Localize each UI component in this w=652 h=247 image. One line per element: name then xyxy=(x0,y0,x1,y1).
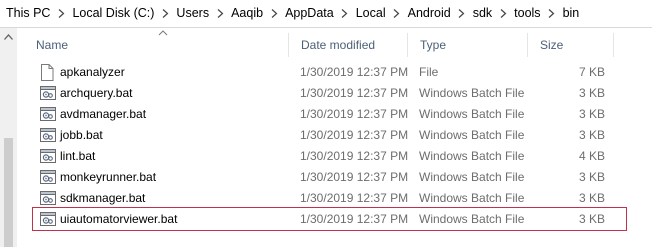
breadcrumb-item-bin[interactable]: bin xyxy=(561,5,582,21)
vertical-scrollbar[interactable] xyxy=(0,28,17,247)
breadcrumb-item-user[interactable]: Aaqib xyxy=(229,5,265,21)
chevron-right-icon[interactable] xyxy=(543,6,561,20)
file-row[interactable]: lint.bat 1/30/2019 12:37 PM Windows Batch … xyxy=(24,146,614,167)
file-name: uiautomatorviewer.bat xyxy=(60,212,178,226)
file-date-modified: 1/30/2019 12:37 PM xyxy=(300,128,409,142)
batch-file-icon xyxy=(40,190,56,207)
file-explorer-window: This PC Local Disk (C:) Users Aaqib AppD… xyxy=(0,0,652,247)
file-type: Windows Batch File xyxy=(419,149,525,163)
file-date-modified: 1/30/2019 12:37 PM xyxy=(300,149,409,163)
sort-ascending-icon xyxy=(158,30,168,36)
file-name: lint.bat xyxy=(60,149,96,163)
file-name: apkanalyzer xyxy=(60,65,125,79)
file-type: File xyxy=(419,65,439,79)
file-row[interactable]: archquery.bat 1/30/2019 12:37 PM Windows B… xyxy=(24,83,614,104)
scroll-up-arrow-icon[interactable] xyxy=(0,28,17,45)
scrollbar-thumb[interactable] xyxy=(4,138,13,247)
address-bar[interactable]: This PC Local Disk (C:) Users Aaqib AppD… xyxy=(0,0,652,28)
file-size: 3 KB xyxy=(578,86,605,100)
breadcrumb-item-local-disk[interactable]: Local Disk (C:) xyxy=(70,5,156,21)
file-size: 3 KB xyxy=(578,107,605,121)
chevron-right-icon[interactable] xyxy=(453,6,471,20)
batch-file-icon xyxy=(40,211,56,228)
file-date-modified: 1/30/2019 12:37 PM xyxy=(300,212,409,226)
batch-file-icon xyxy=(40,127,56,144)
file-type: Windows Batch File xyxy=(419,170,525,184)
column-header-type[interactable]: Type xyxy=(407,33,527,57)
file-type: Windows Batch File xyxy=(419,212,525,226)
file-row[interactable]: apkanalyzer 1/30/2019 12:37 PM File 7 KB xyxy=(24,62,614,83)
column-header-date-modified[interactable]: Date modified xyxy=(288,33,407,57)
file-date-modified: 1/30/2019 12:37 PM xyxy=(300,86,409,100)
file-type: Windows Batch File xyxy=(419,86,525,100)
column-header-row: Name Date modified Type Size xyxy=(24,30,614,57)
file-type: Windows Batch File xyxy=(419,191,525,205)
file-name: monkeyrunner.bat xyxy=(60,170,157,184)
breadcrumb-item-users[interactable]: Users xyxy=(174,5,211,21)
breadcrumb-item-sdk[interactable]: sdk xyxy=(471,5,494,21)
file-name: jobb.bat xyxy=(60,128,103,142)
file-type: Windows Batch File xyxy=(419,128,525,142)
column-header-name[interactable]: Name xyxy=(24,33,284,57)
chevron-right-icon[interactable] xyxy=(52,6,70,20)
file-name: avdmanager.bat xyxy=(60,107,147,121)
file-row[interactable]: sdkmanager.bat 1/30/2019 12:37 PM Windows … xyxy=(24,188,614,209)
batch-file-icon xyxy=(40,106,56,123)
file-date-modified: 1/30/2019 12:37 PM xyxy=(300,191,409,205)
batch-file-icon xyxy=(40,169,56,186)
blank-file-icon xyxy=(40,64,56,81)
chevron-right-icon[interactable] xyxy=(388,6,406,20)
file-list: apkanalyzer 1/30/2019 12:37 PM File 7 KB arc… xyxy=(24,62,627,231)
file-date-modified: 1/30/2019 12:37 PM xyxy=(300,65,409,79)
chevron-right-icon[interactable] xyxy=(156,6,174,20)
file-date-modified: 1/30/2019 12:37 PM xyxy=(300,170,409,184)
file-row[interactable]: monkeyrunner.bat 1/30/2019 12:37 PM Window… xyxy=(24,167,614,188)
file-type: Windows Batch File xyxy=(419,107,525,121)
chevron-right-icon[interactable] xyxy=(211,6,229,20)
file-size: 3 KB xyxy=(578,170,605,184)
file-name: archquery.bat xyxy=(60,86,133,100)
breadcrumb-item-tools[interactable]: tools xyxy=(512,5,542,21)
column-header-size[interactable]: Size xyxy=(527,33,614,57)
breadcrumb-item-local[interactable]: Local xyxy=(354,5,388,21)
breadcrumb-item-android[interactable]: Android xyxy=(406,5,453,21)
file-size: 3 KB xyxy=(578,128,605,142)
breadcrumb-item-appdata[interactable]: AppData xyxy=(283,5,336,21)
file-row[interactable]: uiautomatorviewer.bat 1/30/2019 12:37 PM W… xyxy=(24,207,627,231)
file-date-modified: 1/30/2019 12:37 PM xyxy=(300,107,409,121)
file-size: 3 KB xyxy=(578,212,605,226)
breadcrumb-item-this-pc[interactable]: This PC xyxy=(4,5,52,21)
file-size: 4 KB xyxy=(578,149,605,163)
file-size: 3 KB xyxy=(578,191,605,205)
chevron-right-icon[interactable] xyxy=(494,6,512,20)
file-size: 7 KB xyxy=(578,65,605,79)
batch-file-icon xyxy=(40,85,56,102)
breadcrumb: This PC Local Disk (C:) Users Aaqib AppD… xyxy=(4,5,581,21)
chevron-right-icon[interactable] xyxy=(265,6,283,20)
file-name: sdkmanager.bat xyxy=(60,191,146,205)
file-row[interactable]: avdmanager.bat 1/30/2019 12:37 PM Windows … xyxy=(24,104,614,125)
batch-file-icon xyxy=(40,148,56,165)
file-row[interactable]: jobb.bat 1/30/2019 12:37 PM Windows Batch … xyxy=(24,125,614,146)
chevron-right-icon[interactable] xyxy=(336,6,354,20)
